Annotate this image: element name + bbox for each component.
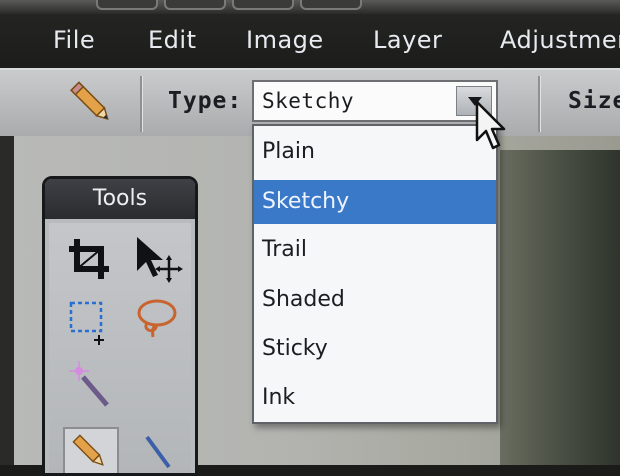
option-sticky[interactable]: Sticky (254, 327, 496, 371)
crop-icon[interactable] (63, 233, 119, 285)
menu-file[interactable]: File (53, 26, 95, 54)
menu-layer[interactable]: Layer (373, 26, 442, 54)
window-top-edge (0, 0, 620, 14)
pencil-icon (66, 76, 116, 130)
menu-image[interactable]: Image (246, 26, 324, 54)
option-shaded[interactable]: Shaded (254, 278, 496, 322)
tab-shape (232, 0, 294, 10)
tools-panel-title: Tools (45, 179, 195, 219)
separator (538, 76, 540, 132)
option-ink[interactable]: Ink (254, 376, 496, 420)
mouse-cursor-icon (475, 100, 506, 150)
type-select-value: Sketchy (262, 89, 355, 113)
lasso-icon[interactable] (129, 295, 185, 347)
tab-shape (164, 0, 226, 10)
option-plain[interactable]: Plain (254, 130, 496, 174)
menu-bar: File Edit Image Layer Adjustmen (0, 14, 620, 68)
menu-edit[interactable]: Edit (148, 26, 196, 54)
tab-shape (300, 0, 362, 10)
type-dropdown-list: Plain Sketchy Trail Shaded Sticky Ink (252, 124, 498, 424)
tools-panel: Tools (42, 176, 198, 476)
type-select[interactable]: Sketchy (252, 80, 498, 122)
magic-wand-icon[interactable] (63, 359, 119, 411)
tools-grid (49, 223, 191, 473)
pencil-icon[interactable] (63, 427, 119, 473)
separator (140, 76, 142, 132)
move-icon[interactable] (129, 233, 185, 285)
size-label: Size (568, 88, 620, 114)
menu-adjustments[interactable]: Adjustmen (500, 26, 620, 54)
window-edge (0, 136, 14, 465)
marquee-select-icon[interactable] (63, 295, 119, 347)
type-label: Type: (168, 88, 243, 114)
brush-icon[interactable] (129, 427, 185, 473)
tab-shape (96, 0, 158, 10)
option-sketchy[interactable]: Sketchy (254, 180, 496, 224)
option-trail[interactable]: Trail (254, 228, 496, 272)
canvas-area (500, 150, 620, 465)
